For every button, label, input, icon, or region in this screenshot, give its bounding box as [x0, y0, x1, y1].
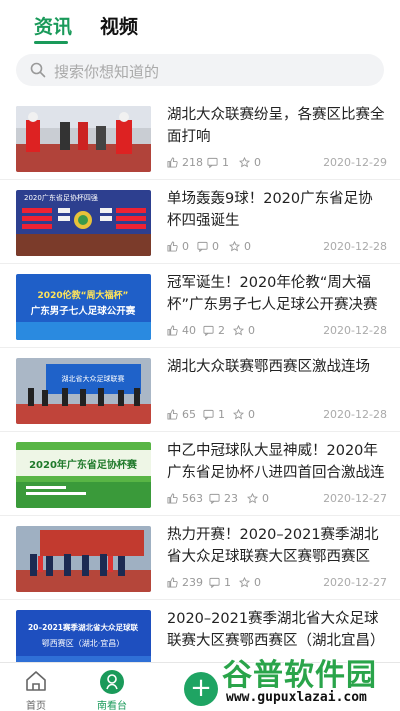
article-date: 2020-12-27: [323, 492, 387, 505]
article-meta: 40 2 0 2020-12-28: [167, 324, 387, 338]
article-thumbnail: 20–2021赛季湖北省大众足球联 鄂西赛区（湖北·宜昌）: [16, 610, 151, 662]
top-tabs: 资讯 视频: [0, 0, 400, 50]
star-icon: [233, 409, 244, 420]
star-icon: [233, 325, 244, 336]
article-meta: 218 1 0 2020-12-29: [167, 156, 387, 170]
star-icon: [239, 577, 250, 588]
article-meta: 65 1 0 2020-12-28: [167, 408, 387, 422]
star-icon: [239, 157, 250, 168]
article-list[interactable]: 湖北大众联赛纷呈，各赛区比赛全面打响 218 1 0 2020-12-29 20…: [0, 96, 400, 662]
home-icon: [26, 671, 46, 691]
article-date: 2020-12-29: [323, 156, 387, 169]
comment-count[interactable]: 23: [209, 492, 238, 505]
comment-count[interactable]: 1: [203, 408, 225, 421]
article-meta: 563 23 0 2020-12-27: [167, 492, 387, 506]
like-count[interactable]: 218: [167, 156, 203, 169]
article-thumbnail: [16, 526, 151, 592]
list-item[interactable]: 热力开赛！2020–2021赛季湖北省大众足球联赛大区赛鄂西赛区（湖北宜昌） 2…: [0, 516, 400, 600]
thumbs-up-icon: [167, 157, 178, 168]
watermark-url: www.gupuxlazai.com: [226, 690, 367, 705]
search-placeholder: 搜索你想知道的: [54, 63, 160, 81]
article-date: 2020-12-28: [323, 240, 387, 253]
thumbnail-caption: 20–2021赛季湖北省大众足球联: [28, 622, 139, 632]
watermark-main: 谷普软件园: [222, 658, 377, 693]
like-count[interactable]: 0: [167, 240, 189, 253]
star-icon: [229, 241, 240, 252]
article-title[interactable]: 单场轰轰9球！2020广东省足协杯四强诞生: [167, 188, 387, 232]
list-item[interactable]: 湖北大众联赛纷呈，各赛区比赛全面打响 218 1 0 2020-12-29: [0, 96, 400, 180]
comment-count[interactable]: 1: [209, 576, 231, 589]
comment-icon: [209, 493, 220, 504]
article-thumbnail: [16, 106, 151, 172]
article-date: 2020-12-27: [323, 576, 387, 589]
article-thumbnail: 2020年广东省足协杯赛: [16, 442, 151, 508]
star-icon: [247, 493, 258, 504]
article-date: 2020-12-28: [323, 408, 387, 421]
like-count[interactable]: 65: [167, 408, 196, 421]
article-meta: 239 1 0 2020-12-27: [167, 576, 387, 590]
comment-icon: [207, 157, 218, 168]
article-title[interactable]: 冠军诞生！2020年伦教“周大福杯”广东男子七人足球公开赛决赛日战报: [167, 272, 387, 316]
comment-icon: [209, 577, 220, 588]
comment-icon: [203, 325, 214, 336]
search-icon: [30, 62, 46, 78]
favorite-count[interactable]: 0: [233, 324, 255, 337]
thumbs-up-icon: [167, 241, 178, 252]
tab-underline: [34, 41, 68, 44]
favorite-count[interactable]: 0: [233, 408, 255, 421]
thumbnail-caption: 广东男子七人足球公开赛: [31, 305, 136, 317]
article-date: 2020-12-28: [323, 324, 387, 337]
favorite-count[interactable]: 0: [247, 492, 269, 505]
favorite-count[interactable]: 0: [229, 240, 251, 253]
article-title[interactable]: 湖北大众联赛鄂西赛区激战连场: [167, 356, 387, 378]
article-thumbnail: 2020广东省足协杯四强: [16, 190, 151, 256]
watermark: 谷普软件园 www.gupuxlazai.com: [222, 650, 398, 708]
thumbnail-caption: 2020年广东省足协杯赛: [29, 458, 138, 471]
thumbnail-caption: 湖北省大众足球联赛: [62, 374, 125, 383]
comment-icon: [203, 409, 214, 420]
like-count[interactable]: 40: [167, 324, 196, 337]
comment-count[interactable]: 2: [203, 324, 225, 337]
article-thumbnail: 湖北省大众足球联赛: [16, 358, 151, 424]
thumbs-up-icon: [167, 325, 178, 336]
search-bar[interactable]: 搜索你想知道的: [16, 54, 384, 86]
comment-count[interactable]: 0: [197, 240, 219, 253]
stand-icon: [100, 670, 124, 694]
thumbs-up-icon: [167, 493, 178, 504]
thumbs-up-icon: [167, 577, 178, 588]
nav-stand-label: 南看台: [97, 701, 127, 711]
favorite-count[interactable]: 0: [239, 576, 261, 589]
list-item[interactable]: 2020伦教“周大福杯” 广东男子七人足球公开赛 冠军诞生！2020年伦教“周大…: [0, 264, 400, 348]
like-count[interactable]: 563: [167, 492, 203, 505]
article-thumbnail: 2020伦教“周大福杯” 广东男子七人足球公开赛: [16, 274, 151, 340]
article-meta: 0 0 0 2020-12-28: [167, 240, 387, 254]
article-title[interactable]: 热力开赛！2020–2021赛季湖北省大众足球联赛大区赛鄂西赛区（湖北宜昌）: [167, 524, 387, 568]
comment-count[interactable]: 1: [207, 156, 229, 169]
list-item[interactable]: 2020广东省足协杯四强 单场轰轰9球！2020广东省足协杯四强诞生 0 0 0…: [0, 180, 400, 264]
article-title[interactable]: 湖北大众联赛纷呈，各赛区比赛全面打响: [167, 104, 387, 148]
thumbnail-caption: 2020伦教“周大福杯”: [38, 289, 129, 301]
tab-video[interactable]: 视频: [100, 12, 138, 39]
list-item[interactable]: 湖北省大众足球联赛 湖北大众联赛鄂西赛区激战连场 65 1 0 2020-12-…: [0, 348, 400, 432]
nav-home[interactable]: 首页: [6, 667, 66, 711]
like-count[interactable]: 239: [167, 576, 203, 589]
thumbnail-caption: 2020广东省足协杯四强: [24, 193, 98, 202]
article-title[interactable]: 2020–2021赛季湖北省大众足球联赛大区赛鄂西赛区（湖北宜昌）即将开战: [167, 608, 387, 652]
add-button[interactable]: +: [184, 672, 218, 706]
list-item[interactable]: 2020年广东省足协杯赛 中乙中冠球队大显神威！2020年广东省足协杯八进四首回…: [0, 432, 400, 516]
thumbs-up-icon: [167, 409, 178, 420]
favorite-count[interactable]: 0: [239, 156, 261, 169]
article-title[interactable]: 中乙中冠球队大显神威！2020年广东省足协杯八进四首回合激战连场: [167, 440, 387, 484]
nav-stand[interactable]: 南看台: [82, 667, 142, 711]
nav-home-label: 首页: [26, 701, 46, 711]
comment-icon: [197, 241, 208, 252]
tab-news[interactable]: 资讯: [34, 12, 72, 39]
thumbnail-caption: 鄂西赛区（湖北·宜昌）: [42, 638, 125, 648]
